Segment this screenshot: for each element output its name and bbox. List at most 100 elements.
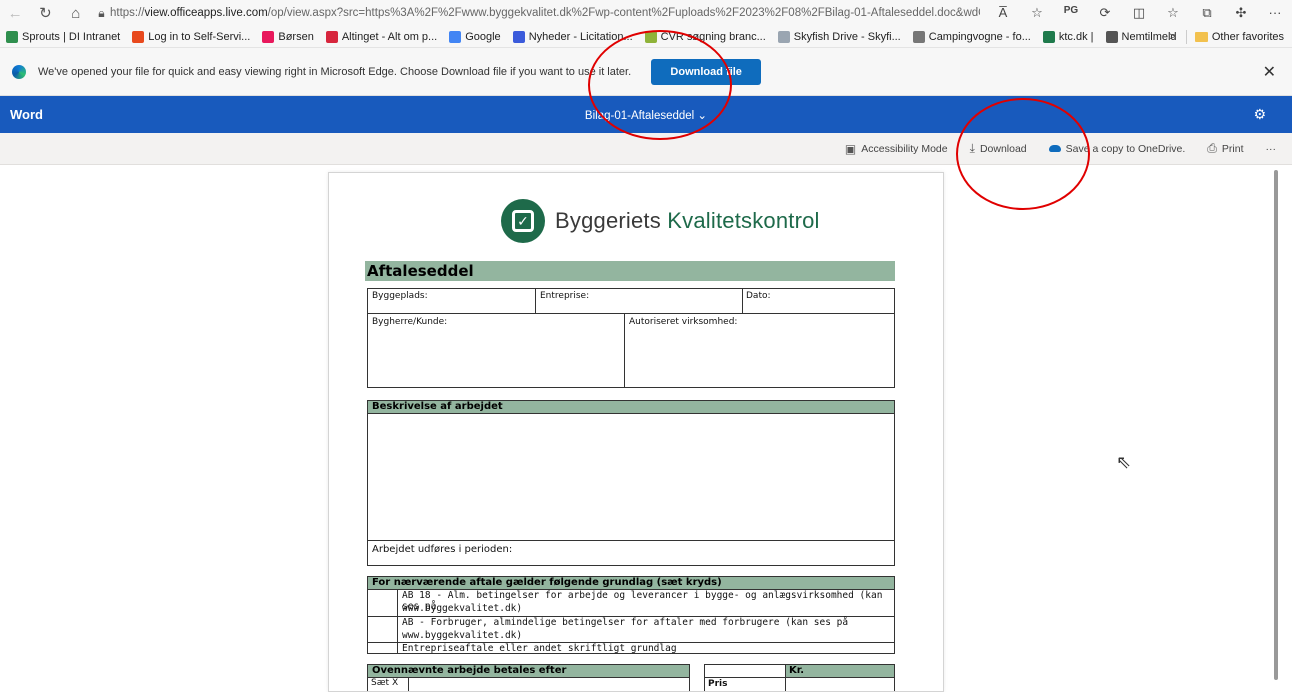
favorite-item[interactable]: CVR søgning branc... (644, 30, 766, 43)
command-bar: ▣ Accessibility Mode ⤓ Download Save a c… (0, 133, 1292, 165)
save-copy-label: Save a copy to OneDrive. (1065, 142, 1186, 155)
refresh-extension-icon[interactable]: ⟳ (1088, 5, 1122, 21)
favorite-label: Nyheder - Licitation... (528, 30, 633, 43)
extension-icon[interactable]: PG (1054, 5, 1088, 21)
favicon-icon (512, 30, 525, 43)
settings-more-icon[interactable]: ··· (1258, 5, 1292, 21)
collections-icon[interactable]: ⧉ (1190, 5, 1224, 21)
browser-toolbar: ← ↻ ⌂ 🔒︎ https://view.officeapps.live.co… (0, 0, 1292, 26)
download-button[interactable]: ⤓ Download (970, 141, 1027, 156)
favorite-label: Børsen (278, 30, 314, 43)
contract-fields-table: Byggeplads: Entreprise: Dato: Bygherre/K… (367, 288, 895, 388)
url-path: /op/view.aspx?src=https%3A%2F%2Fwww.bygg… (267, 7, 980, 19)
favorite-item[interactable]: Nemtilmeld (1105, 30, 1177, 43)
favicon-icon (262, 30, 275, 43)
favorite-item[interactable]: Sprouts | DI Intranet (6, 30, 121, 43)
extensions-puzzle-icon[interactable]: ✣ (1224, 5, 1258, 21)
basis-row-3-line-1: Entrepriseaftale eller andet skriftligt … (402, 643, 677, 654)
address-bar[interactable]: https://view.officeapps.live.com/op/view… (110, 7, 980, 19)
logo-text-2: Kvalitetskontrol (667, 208, 820, 233)
favorite-item[interactable]: Log in to Self-Servi... (132, 30, 251, 43)
favicon-icon (449, 30, 462, 43)
mouse-cursor-icon: ⇖ (1116, 452, 1132, 472)
basis-row-2-line-1: AB - Forbruger, almindelige betingelser … (402, 617, 849, 628)
basis-row-1-line-2: www.byggekvalitet.dk) (402, 603, 523, 614)
home-icon[interactable]: ⌂ (61, 5, 91, 22)
payment-heading: Ovennævnte arbejde betales efter (368, 665, 689, 677)
accessibility-icon: ▣ (844, 141, 857, 156)
favorite-label: Altinget - Alt om p... (341, 30, 438, 43)
entreprise-label: Entreprise: (540, 291, 590, 301)
url-domain: view.officeapps.live.com (144, 7, 268, 19)
gear-icon[interactable]: ⚙ (1253, 106, 1266, 123)
company-logo: ✓ Byggeriets Kvalitetskontrol (501, 199, 820, 243)
description-table: Beskrivelse af arbejdet Arbejdet udføres… (367, 400, 895, 566)
favorite-item[interactable]: Altinget - Alt om p... (325, 30, 438, 43)
favicon-icon (1105, 30, 1118, 43)
logo-check-icon: ✓ (501, 199, 545, 243)
favorite-item[interactable]: Campingvogne - fo... (912, 30, 1031, 43)
favorite-item[interactable]: Børsen (262, 30, 314, 43)
back-icon[interactable]: ← (0, 5, 30, 22)
dato-label: Dato: (746, 291, 771, 301)
payment-table: Ovennævnte arbejde betales efter Sæt X (367, 664, 690, 691)
favorite-label: Sprouts | DI Intranet (22, 30, 121, 43)
edge-info-bar: We've opened your file for quick and eas… (0, 48, 1292, 96)
favorites-bar: Sprouts | DI Intranet Log in to Self-Serv… (0, 26, 1292, 48)
favorite-label: Skyfish Drive - Skyfi... (793, 30, 901, 43)
kr-heading: Kr. (785, 665, 894, 677)
favorites-overflow-chevron[interactable]: > (1169, 31, 1175, 43)
favorite-label: ktc.dk | (1058, 30, 1094, 43)
basis-row-2-line-2: www.byggekvalitet.dk) (402, 630, 523, 641)
price-table: Kr. Pris (704, 664, 895, 691)
favorite-label: Log in to Self-Servi... (148, 30, 251, 43)
printer-icon: ⎙ (1207, 141, 1217, 155)
document-page: ✓ Byggeriets Kvalitetskontrol Aftalesedd… (328, 172, 944, 692)
save-copy-onedrive-button[interactable]: Save a copy to OneDrive. (1048, 142, 1186, 155)
favicon-icon (1042, 30, 1055, 43)
favorite-label: Campingvogne - fo... (928, 30, 1031, 43)
favicon-icon (6, 30, 18, 43)
favicon-icon (777, 30, 790, 43)
cloud-icon (1048, 145, 1061, 152)
favorite-item[interactable]: Nyheder - Licitation... (512, 30, 633, 43)
favicon-icon (644, 30, 657, 43)
favicon-icon (325, 30, 338, 43)
favorites-icon[interactable]: ☆ (1156, 5, 1190, 21)
favorite-item[interactable]: Skyfish Drive - Skyfi... (777, 30, 901, 43)
read-aloud-icon[interactable]: A̅ (986, 5, 1020, 21)
favicon-icon (132, 30, 145, 43)
more-options-button[interactable]: ··· (1266, 143, 1277, 155)
favorite-star-icon[interactable]: ☆ (1020, 5, 1054, 21)
autoriseret-label: Autoriseret virksomhed: (629, 317, 738, 327)
byggeplads-label: Byggeplads: (372, 291, 428, 301)
print-label: Print (1221, 142, 1244, 155)
favicon-icon (912, 30, 925, 43)
close-icon[interactable]: ✕ (1263, 62, 1276, 82)
vertical-scrollbar[interactable] (1274, 170, 1278, 680)
pris-label: Pris (708, 679, 728, 689)
accessibility-mode-button[interactable]: ▣ Accessibility Mode (845, 142, 948, 156)
description-heading: Beskrivelse af arbejdet (368, 401, 894, 413)
favorite-item[interactable]: ktc.dk | (1042, 30, 1094, 43)
url-prefix: https:// (109, 7, 145, 19)
edge-logo-icon (12, 64, 26, 79)
split-screen-icon[interactable]: ◫ (1122, 5, 1156, 21)
page-info-icon[interactable]: 🔒︎ (93, 6, 110, 21)
document-title[interactable]: Bilag-01-Aftaleseddel ⌄ (0, 108, 1292, 122)
refresh-icon[interactable]: ↻ (30, 4, 60, 22)
print-button[interactable]: ⎙ Print (1207, 141, 1243, 156)
word-header: Word Bilag-01-Aftaleseddel ⌄ ⚙ (0, 96, 1292, 133)
download-label: Download (979, 142, 1027, 155)
download-file-button[interactable]: Download file (651, 58, 762, 85)
favorite-label: CVR søgning branc... (660, 30, 766, 43)
favorite-item[interactable]: Google (449, 30, 501, 43)
favorite-label: Nemtilmeld (1121, 30, 1177, 43)
other-favorites[interactable]: Other favorites (1212, 31, 1284, 43)
bygherre-label: Bygherre/Kunde: (372, 317, 448, 327)
download-icon: ⤓ (969, 141, 975, 155)
favorite-label: Google (465, 30, 501, 43)
info-message: We've opened your file for quick and eas… (38, 65, 632, 78)
basis-heading: For nærværende aftale gælder følgende gr… (368, 577, 894, 589)
more-label: ··· (1265, 142, 1277, 155)
